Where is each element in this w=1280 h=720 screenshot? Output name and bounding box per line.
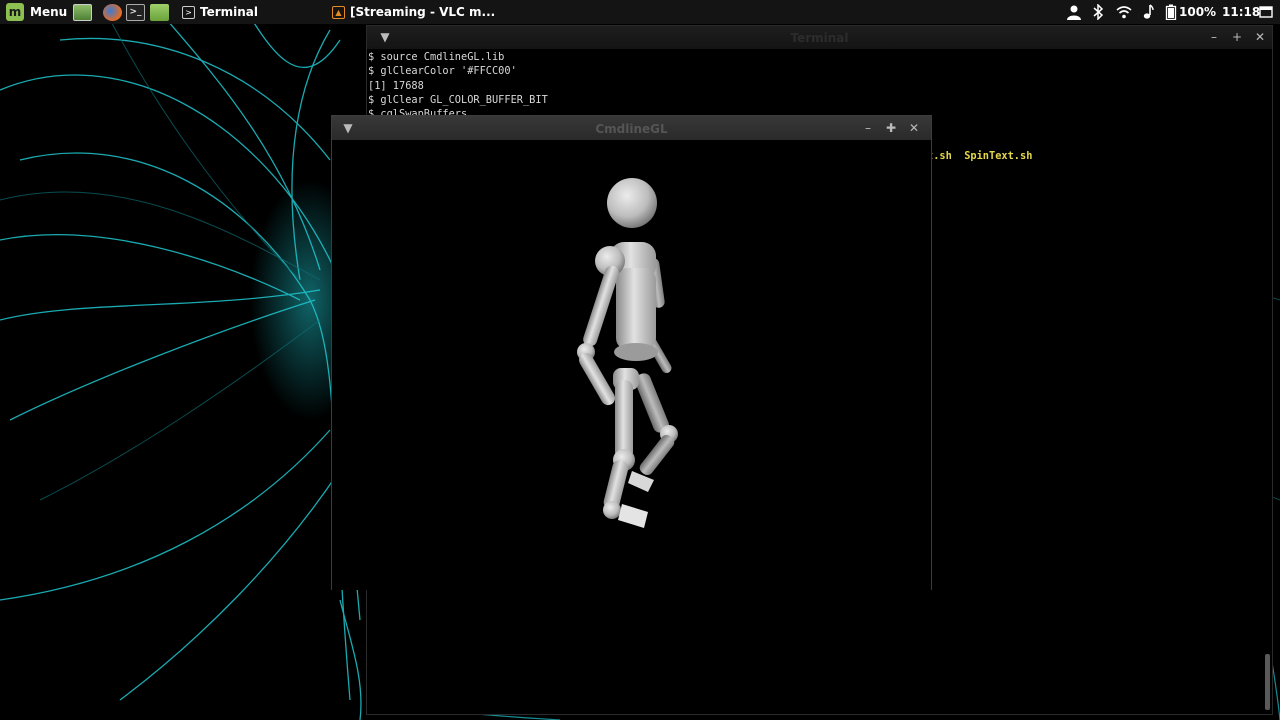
cmdlinegl-titlebar[interactable]: ▼ CmdlineGL – ✚ ✕ <box>332 116 931 140</box>
show-desktop-icon <box>73 3 92 21</box>
show-desktop-launcher[interactable] <box>73 0 92 24</box>
user-tray[interactable] <box>1066 0 1082 24</box>
gl-close-button[interactable]: ✕ <box>906 120 922 136</box>
taskbar-terminal[interactable]: > Terminal <box>176 0 264 24</box>
battery-tray[interactable]: 100% <box>1165 0 1216 24</box>
terminal-title: Terminal <box>790 31 849 45</box>
close-icon: ✕ <box>908 121 920 135</box>
terminal-close-button[interactable]: ✕ <box>1252 29 1268 45</box>
minimize-icon: – <box>865 121 871 135</box>
terminal-output[interactable]: $ source CmdlineGL.lib $ glClearColor '#… <box>367 50 1272 121</box>
taskbar-vlc[interactable]: ▲ [Streaming - VLC m... <box>326 0 501 24</box>
taskbar-vlc-label: [Streaming - VLC m... <box>350 5 496 19</box>
mint-logo-icon: m <box>6 3 24 21</box>
terminal-launcher[interactable]: >_ <box>126 0 145 24</box>
folder-icon <box>150 3 169 21</box>
close-icon: ✕ <box>1254 30 1266 44</box>
terminal-scrollbar[interactable] <box>1265 654 1270 710</box>
terminal-minimize-button[interactable]: – <box>1206 29 1222 45</box>
menu-button[interactable]: m Menu <box>6 0 67 24</box>
files-launcher[interactable] <box>150 0 169 24</box>
minimize-icon: – <box>1211 30 1217 44</box>
robot-head <box>607 178 657 228</box>
clock-time: 11:18 <box>1222 5 1261 19</box>
gl-minimize-button[interactable]: – <box>860 120 876 136</box>
gl-maximize-button[interactable]: ✚ <box>883 120 899 136</box>
terminal-line: $ glClearColor '#FFCC00' <box>368 65 517 78</box>
terminal-line: $ source CmdlineGL.lib <box>368 51 505 63</box>
robot-figure <box>577 178 678 528</box>
sound-tray[interactable] <box>1142 0 1154 24</box>
opengl-canvas[interactable] <box>332 140 931 590</box>
music-note-icon <box>1143 4 1154 19</box>
terminal-icon: >_ <box>126 3 145 21</box>
maximize-icon: ✚ <box>885 121 897 135</box>
window-list-icon <box>1259 6 1273 18</box>
user-icon <box>1067 5 1081 20</box>
firefox-icon <box>103 3 122 21</box>
cmdlinegl-window[interactable]: ▼ CmdlineGL – ✚ ✕ <box>331 115 932 590</box>
window-list-tray[interactable] <box>1259 0 1273 24</box>
menu-label: Menu <box>30 5 68 19</box>
bluetooth-tray[interactable] <box>1092 0 1104 24</box>
bluetooth-icon <box>1093 4 1104 20</box>
top-panel: m Menu >_ > Terminal ▲ [Streaming - VLC … <box>0 0 1280 24</box>
terminal-line: $ glClear GL_COLOR_BUFFER_BIT <box>368 93 548 106</box>
wifi-tray[interactable] <box>1116 0 1132 24</box>
vlc-icon: ▲ <box>332 5 345 19</box>
clock[interactable]: 11:18 <box>1222 0 1260 24</box>
cmdlinegl-title: CmdlineGL <box>595 122 668 136</box>
terminal-titlebar[interactable]: ▼ Terminal – + ✕ <box>367 26 1272 49</box>
taskbar-terminal-label: Terminal <box>200 5 259 19</box>
wifi-icon <box>1116 6 1132 19</box>
firefox-launcher[interactable] <box>103 0 122 24</box>
terminal-line: [1] 17688 <box>368 79 424 92</box>
terminal-small-icon: > <box>182 5 195 19</box>
battery-icon <box>1165 4 1177 20</box>
robot-back-leg <box>628 373 678 492</box>
maximize-icon: + <box>1231 30 1243 44</box>
battery-percent: 100% <box>1179 5 1217 19</box>
terminal-file-list: t.sh SpinText.sh <box>927 150 1033 162</box>
terminal-maximize-button[interactable]: + <box>1229 29 1245 45</box>
